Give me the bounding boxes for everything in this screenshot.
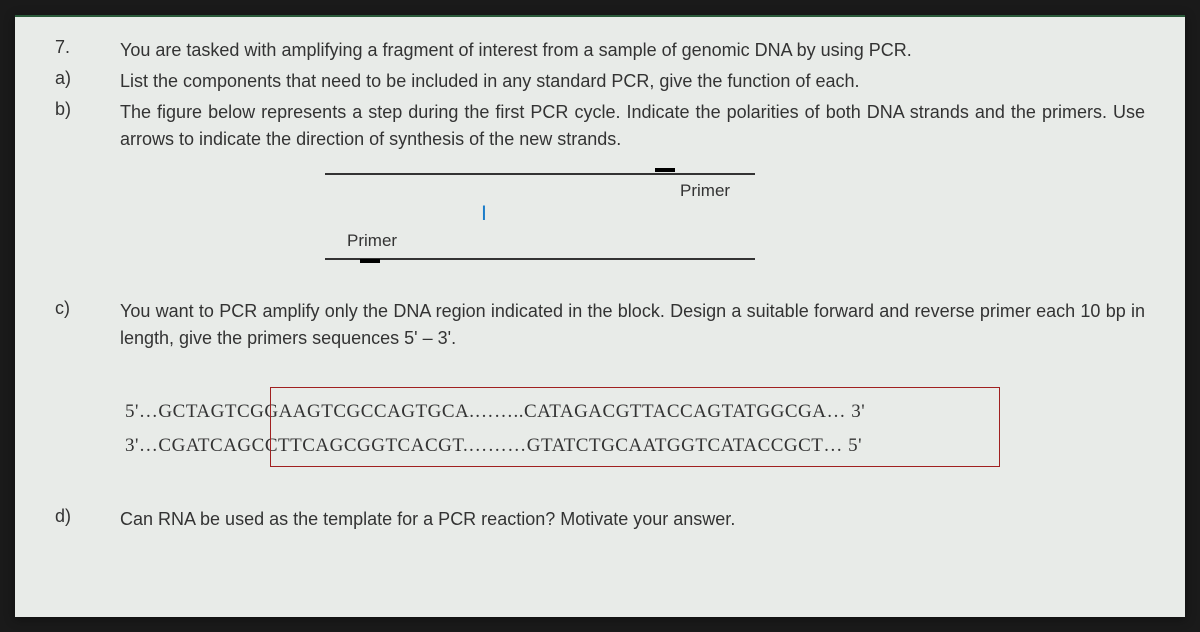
part-b-text: The figure below represents a step durin… [120, 99, 1145, 153]
part-d-text: Can RNA be used as the template for a PC… [120, 506, 1145, 533]
part-b-label: b) [55, 99, 90, 120]
dna-sequence-block: 5'…GCTAGTCGGAAGTCGCCAGTGCA.……..CATAGACGT… [115, 377, 1145, 481]
part-a-text: List the components that need to be incl… [120, 68, 1145, 95]
primer-mark-top [655, 168, 675, 172]
part-b-row: b) The figure below represents a step du… [55, 99, 1145, 153]
part-c-label: c) [55, 298, 90, 319]
dna-strand-bottom [325, 258, 755, 260]
question-intro-row: 7. You are tasked with amplifying a frag… [55, 37, 1145, 64]
dna-strand-top [325, 173, 755, 175]
part-a-label: a) [55, 68, 90, 89]
part-c-row: c) You want to PCR amplify only the DNA … [55, 298, 1145, 352]
question-number: 7. [55, 37, 90, 58]
primer-mark-bottom [360, 259, 380, 263]
document-page: 7. You are tasked with amplifying a frag… [15, 15, 1185, 617]
sequence-top-strand: 5'…GCTAGTCGGAAGTCGCCAGTGCA.……..CATAGACGT… [125, 395, 1135, 429]
sequence-bottom-strand: 3'…CGATCAGCCTTCAGCGGTCACGT.………GTATCTGCAA… [125, 429, 1135, 463]
part-a-row: a) List the components that need to be i… [55, 68, 1145, 95]
primer-label-bottom: Primer [347, 231, 397, 251]
question-intro-text: You are tasked with amplifying a fragmen… [120, 37, 1145, 64]
pcr-figure: Primer Ⅰ Primer [55, 173, 1145, 273]
part-d-row: d) Can RNA be used as the template for a… [55, 506, 1145, 533]
part-d-label: d) [55, 506, 90, 527]
primer-label-top: Primer [680, 181, 730, 201]
text-cursor-icon: Ⅰ [481, 201, 487, 226]
part-c-text: You want to PCR amplify only the DNA reg… [120, 298, 1145, 352]
